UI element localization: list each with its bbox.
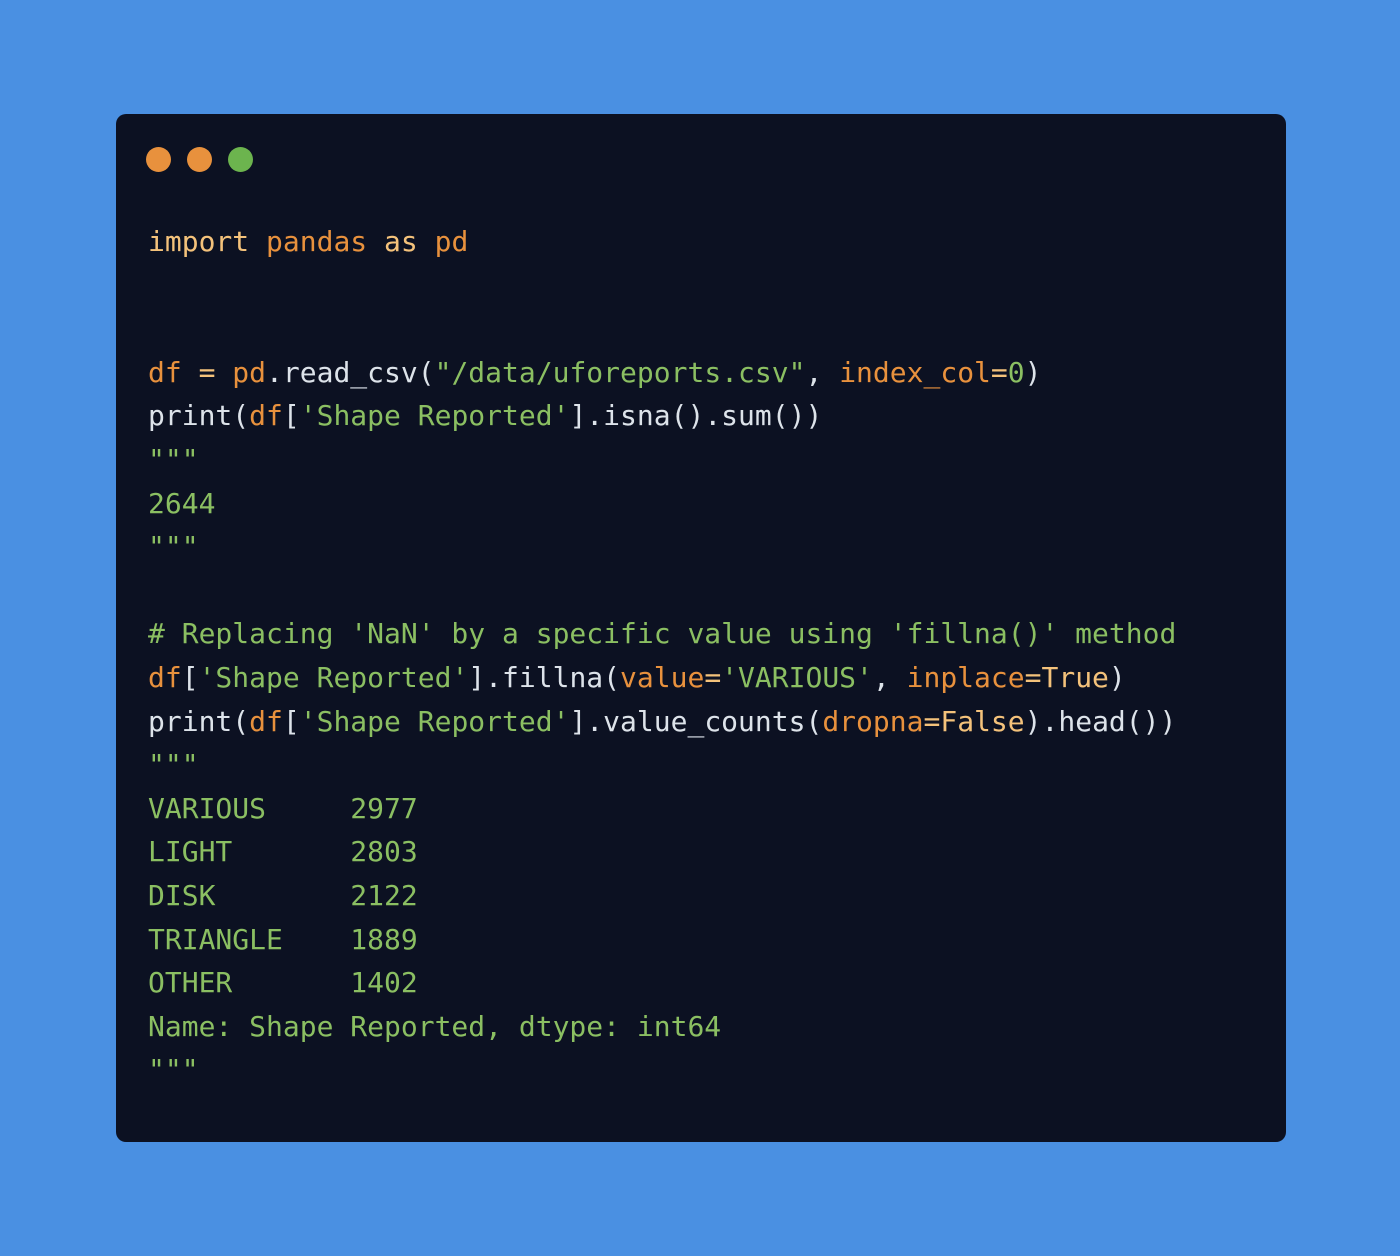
code-line: Name: Shape Reported, dtype: int64 (148, 1005, 1176, 1049)
code-token: TRIANGLE 1889 (148, 922, 418, 956)
code-token: LIGHT 2803 (148, 835, 418, 869)
code-token: ) (1108, 660, 1126, 694)
code-token: 'Shape Reported' (299, 704, 570, 738)
code-token: ].value_counts( (569, 704, 823, 738)
maximize-dot-icon (228, 147, 253, 172)
code-token: pd (434, 225, 469, 258)
code-token: = (1024, 660, 1042, 694)
code-token: ].fillna( (468, 660, 621, 694)
code-token: print( (148, 399, 250, 433)
code-token: pd (232, 355, 267, 389)
code-line: LIGHT 2803 (148, 830, 1176, 874)
code-line: df = pd.read_csv("/data/uforeports.csv",… (148, 351, 1176, 395)
code-line: """ (148, 438, 1176, 482)
code-token: # Replacing 'NaN' by a specific value us… (148, 617, 1177, 651)
code-line: # Replacing 'NaN' by a specific value us… (148, 612, 1176, 656)
code-line: print(df['Shape Reported'].isna().sum()) (148, 394, 1176, 438)
code-token: 'Shape Reported' (198, 660, 469, 694)
code-line: df['Shape Reported'].fillna(value='VARIO… (148, 656, 1176, 700)
code-token: df (249, 399, 283, 433)
code-line: 2644 (148, 482, 1176, 526)
code-token: 'VARIOUS' (721, 660, 873, 694)
code-token: df (148, 355, 182, 389)
code-line: """ (148, 743, 1176, 787)
code-block: import pandas as pd df = pd.read_csv("/da… (148, 220, 1176, 1092)
code-line: TRIANGLE 1889 (148, 918, 1176, 962)
code-token: "/data/uforeports.csv" (434, 355, 806, 389)
code-token: OTHER 1402 (148, 966, 418, 1000)
code-token: , (805, 355, 840, 389)
code-token: [ (282, 704, 300, 738)
code-token: = (704, 660, 722, 694)
close-dot-icon (146, 147, 171, 172)
code-token: df (148, 660, 182, 694)
code-line: """ (148, 525, 1176, 569)
code-token: ].isna().sum()) (569, 399, 823, 433)
code-token: 'Shape Reported' (299, 399, 570, 433)
code-line: DISK 2122 (148, 874, 1176, 918)
code-token: 2644 (148, 486, 216, 520)
code-token: """ (148, 530, 199, 564)
code-token: inplace (906, 660, 1025, 694)
code-line: VARIOUS 2977 (148, 787, 1176, 831)
code-token: ).head()) (1024, 704, 1177, 738)
code-token: print( (148, 704, 250, 738)
code-token: [ (181, 660, 199, 694)
code-token: df (249, 704, 283, 738)
window-controls (146, 147, 253, 172)
code-token: Name: Shape Reported, dtype: int64 (148, 1009, 722, 1043)
code-token: ) (1024, 355, 1042, 389)
code-window: import pandas as pd df = pd.read_csv("/da… (116, 114, 1286, 1142)
code-line: OTHER 1402 (148, 961, 1176, 1005)
code-token: value (620, 660, 705, 694)
minimize-dot-icon (187, 147, 212, 172)
code-token: """ (148, 748, 199, 782)
code-token: """ (148, 442, 199, 476)
code-token: False (940, 704, 1025, 738)
code-token: .read_csv( (266, 355, 435, 389)
code-token: True (1041, 660, 1109, 694)
code-token: DISK 2122 (148, 878, 418, 912)
code-token: = (990, 355, 1008, 389)
code-token: [ (282, 399, 300, 433)
code-token: , (872, 660, 907, 694)
code-line: """ (148, 1048, 1176, 1092)
code-line: import pandas as pd (148, 220, 1176, 264)
code-token: = (198, 355, 216, 389)
code-token: dropna (822, 704, 924, 738)
code-token: index_col (839, 355, 991, 389)
code-token: 0 (1007, 355, 1025, 389)
code-token: """ (148, 1053, 199, 1087)
code-token: pandas (266, 225, 368, 258)
code-token: = (923, 704, 941, 738)
code-line: print(df['Shape Reported'].value_counts(… (148, 700, 1176, 744)
code-token: import (148, 225, 250, 258)
code-token: as (384, 225, 418, 258)
code-token: VARIOUS 2977 (148, 791, 418, 825)
